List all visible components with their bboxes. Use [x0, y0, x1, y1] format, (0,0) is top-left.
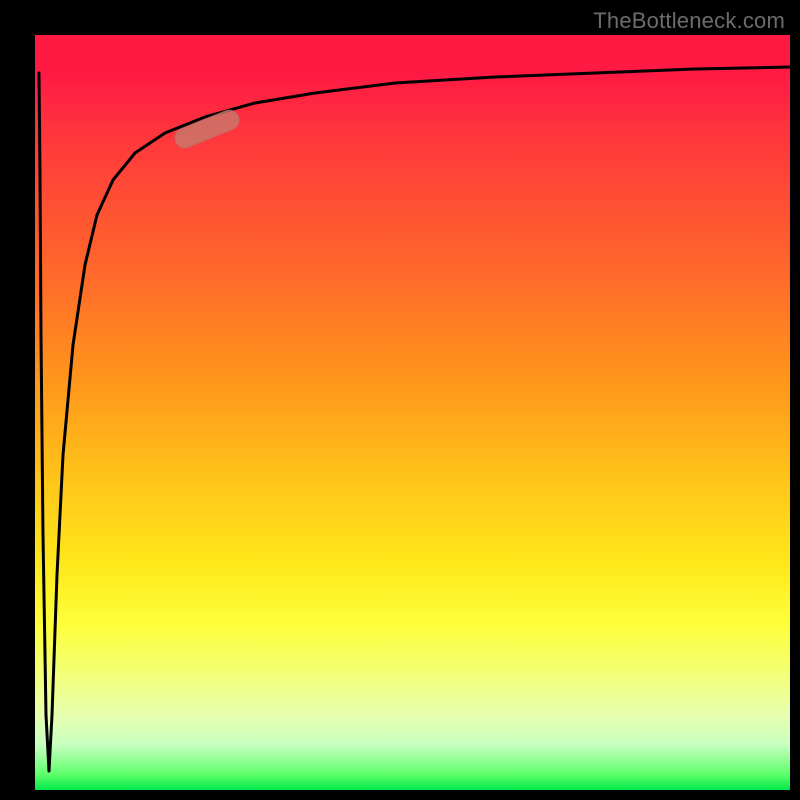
chart-frame: TheBottleneck.com [0, 0, 800, 800]
bottleneck-curve [39, 67, 790, 771]
curve-marker [172, 107, 243, 151]
plot-area [35, 35, 790, 790]
watermark-text: TheBottleneck.com [593, 8, 785, 34]
plot-svg [35, 35, 790, 790]
